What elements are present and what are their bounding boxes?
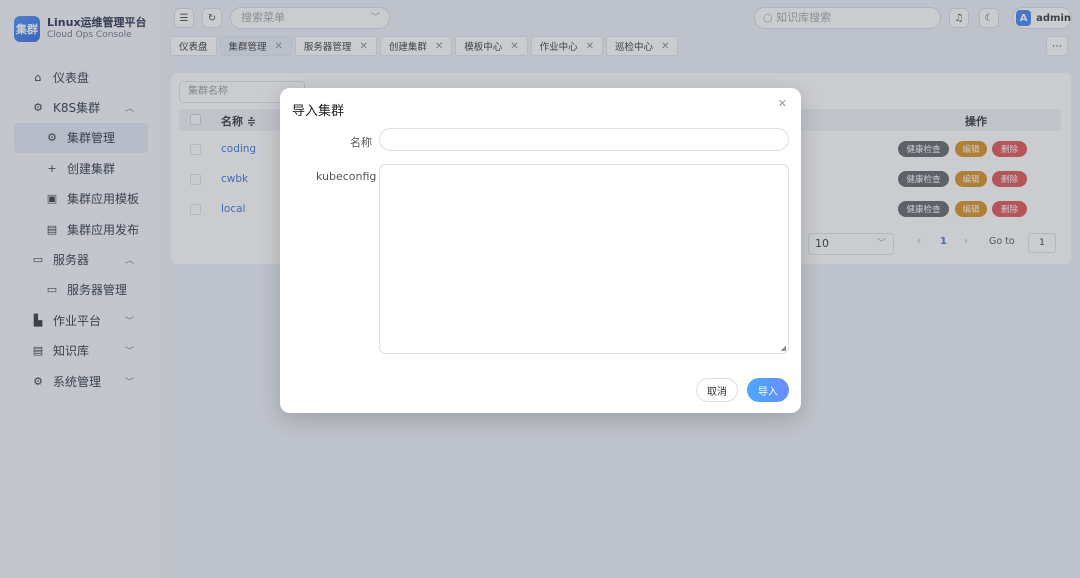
dialog-title: 导入集群 bbox=[292, 104, 345, 119]
import-button[interactable]: 导入 bbox=[747, 378, 789, 402]
cancel-button[interactable]: 取消 bbox=[696, 378, 738, 402]
import-cluster-dialog: 导入集群 ✕ 名称 kubeconfig ◢ 取消 导入 bbox=[280, 88, 801, 413]
close-icon[interactable]: ✕ bbox=[778, 97, 787, 110]
kubeconfig-label: kubeconfig bbox=[316, 170, 377, 183]
cluster-name-input[interactable] bbox=[379, 128, 789, 151]
name-label: 名称 bbox=[350, 136, 372, 149]
kubeconfig-textarea[interactable]: ◢ bbox=[379, 164, 789, 354]
resize-handle-icon[interactable]: ◢ bbox=[781, 344, 786, 352]
